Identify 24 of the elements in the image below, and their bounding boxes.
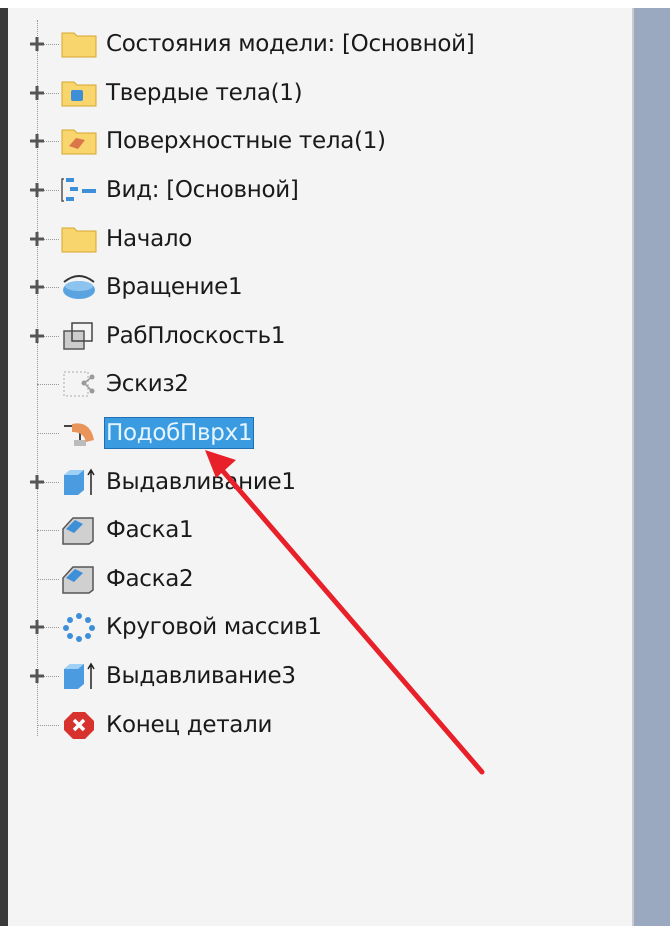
expand-icon[interactable] <box>30 134 44 148</box>
tree-item[interactable]: Конец детали <box>105 710 274 740</box>
tree-item[interactable]: Вид: [Основной] <box>105 175 300 206</box>
tree-item[interactable]: Вращение1 <box>105 272 244 302</box>
tree-item[interactable]: РабПлоскость1 <box>105 320 286 351</box>
expand-icon[interactable] <box>30 669 44 684</box>
expand-icon[interactable] <box>30 86 44 100</box>
tree-item[interactable]: Фаска1 <box>105 515 194 546</box>
expand-icon[interactable] <box>30 183 44 198</box>
tree-item[interactable]: Твердые тела(1) <box>105 78 304 108</box>
tree-item[interactable]: Состояния модели: [Основной] <box>105 29 476 60</box>
circular-pattern-icon <box>60 612 98 642</box>
expand-icon[interactable] <box>30 474 44 489</box>
tree-item[interactable]: Фаска2 <box>105 564 194 594</box>
expand-icon[interactable] <box>30 37 44 52</box>
tree-item[interactable]: Поверхностные тела(1) <box>105 126 387 156</box>
tree-item[interactable]: Круговой массив1 <box>105 612 323 642</box>
expand-icon[interactable] <box>30 328 44 343</box>
tree-item[interactable]: Начало <box>105 224 194 254</box>
tree-item[interactable]: Выдавливание3 <box>105 661 297 692</box>
tree-item[interactable]: Эскиз2 <box>105 369 190 400</box>
expand-icon[interactable] <box>30 620 44 634</box>
expand-icon[interactable] <box>30 232 44 246</box>
expand-icon[interactable] <box>30 280 44 294</box>
